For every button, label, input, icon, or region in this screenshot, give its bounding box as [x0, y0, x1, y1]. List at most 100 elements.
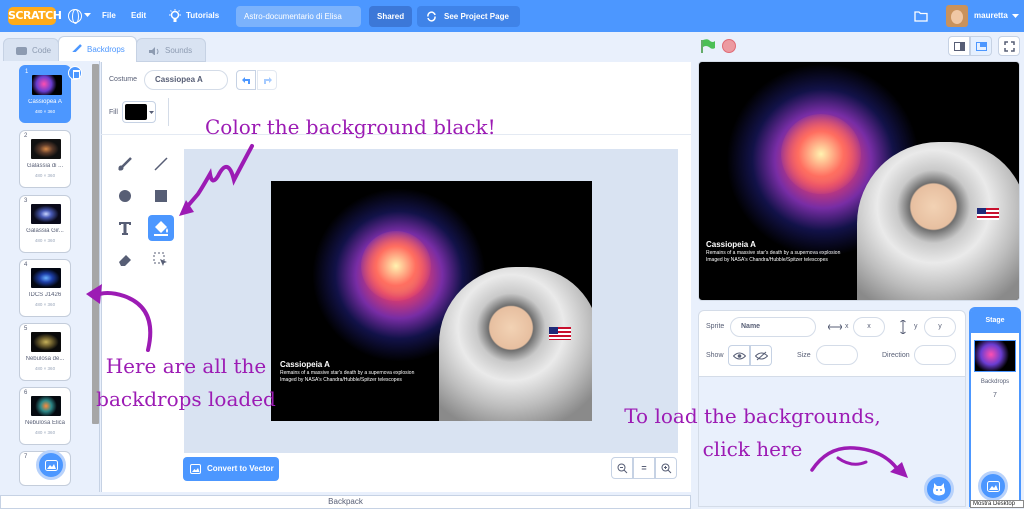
- folder-icon[interactable]: [914, 10, 928, 22]
- tab-sounds[interactable]: Sounds: [136, 38, 206, 62]
- backdrop-number: 4: [24, 262, 28, 268]
- line-tool[interactable]: [148, 151, 174, 177]
- backdrop-thumbnail: [31, 396, 61, 416]
- artwork-title: Cassiopeia A: [280, 360, 330, 369]
- backdrop-item[interactable]: 5 Nebulosa de... 480 × 360: [19, 323, 71, 381]
- tutorials-menu[interactable]: Tutorials: [186, 0, 219, 32]
- fullscreen-button[interactable]: [998, 36, 1020, 56]
- chevron-down-icon[interactable]: [84, 13, 91, 18]
- rectangle-tool[interactable]: [148, 183, 174, 209]
- backdrop-thumbnail: [31, 204, 61, 224]
- language-globe-icon[interactable]: [68, 9, 82, 24]
- menu-bar: SCRATCH File Edit Tutorials Astro-docume…: [0, 0, 1024, 32]
- nebula-core: [781, 114, 861, 194]
- backdrop-item[interactable]: 2 Galassia di ... 480 × 360: [19, 130, 71, 188]
- see-project-page-button[interactable]: See Project Page: [417, 6, 520, 27]
- tab-backdrops[interactable]: Backdrops: [58, 36, 137, 62]
- x-input[interactable]: x: [853, 317, 885, 337]
- tab-code-label: Code: [32, 46, 52, 55]
- stage-header: Stage: [971, 309, 1019, 333]
- x-label: x: [845, 323, 849, 330]
- backdrop-thumbnail: [32, 75, 62, 95]
- redo-button[interactable]: [257, 70, 277, 90]
- backdrop-name: Galassia di ...: [26, 163, 64, 169]
- normal-stage-icon: [976, 42, 987, 51]
- undo-button[interactable]: [236, 70, 256, 90]
- circle-tool[interactable]: [112, 183, 138, 209]
- size-input[interactable]: [816, 345, 858, 365]
- purple-arrow-icon: [179, 144, 254, 216]
- text-tool[interactable]: [112, 215, 138, 241]
- fill-color-picker[interactable]: [122, 101, 156, 123]
- eye-icon: [733, 352, 746, 360]
- backdrop-size: 480 × 360: [34, 302, 56, 307]
- undo-icon: [242, 77, 250, 84]
- backdrop-item[interactable]: 6 Nebulosa Elica 480 × 360: [19, 387, 71, 445]
- chevron-down-icon: [149, 111, 154, 114]
- project-title-input[interactable]: Astro-documentario di Elisa: [236, 6, 361, 27]
- backdrop-size: 480 × 360: [34, 173, 56, 178]
- sprite-name-input[interactable]: Name: [730, 317, 816, 337]
- brush-tool[interactable]: [112, 151, 138, 177]
- y-input[interactable]: y: [924, 317, 956, 337]
- refresh-icon: [427, 11, 436, 22]
- purple-arrow-icon: [810, 446, 908, 478]
- choose-backdrop-button[interactable]: [978, 471, 1008, 501]
- direction-label: Direction: [882, 352, 910, 359]
- fill-tool[interactable]: [148, 215, 174, 241]
- annotation-backdrops-loaded: Here are all the backdrops loaded: [96, 354, 276, 411]
- stop-icon[interactable]: [722, 39, 736, 53]
- backdrop-item[interactable]: 3 Galassia Gir... 480 × 360: [19, 195, 71, 253]
- avatar[interactable]: [946, 5, 968, 27]
- flag-patch: [977, 208, 999, 220]
- file-menu[interactable]: File: [102, 0, 116, 32]
- convert-label: Convert to Vector: [207, 464, 274, 473]
- backdrops-label: Backdrops: [980, 379, 1010, 385]
- backdrop-name: Nebulosa de...: [25, 356, 65, 362]
- astronaut: [439, 267, 592, 421]
- fill-label: Fill: [109, 109, 118, 116]
- code-icon: [16, 47, 27, 55]
- shared-button[interactable]: Shared: [369, 6, 412, 27]
- convert-to-vector-button[interactable]: Convert to Vector: [183, 457, 279, 481]
- backdrop-item[interactable]: 1 Cassiopea A 480 × 360: [19, 65, 82, 123]
- fill-swatch: [125, 104, 147, 120]
- backdrop-number: 7: [24, 454, 28, 460]
- tab-backdrops-label: Backdrops: [87, 45, 125, 54]
- lightbulb-icon: [169, 9, 181, 22]
- y-arrows-icon: [900, 320, 906, 334]
- chevron-down-icon[interactable]: [1012, 14, 1019, 19]
- size-label: Size: [797, 352, 811, 359]
- stage-thumbnail: [974, 340, 1016, 372]
- cat-icon: [933, 482, 945, 495]
- choose-sprite-button[interactable]: [924, 474, 954, 504]
- fullscreen-icon: [1004, 41, 1015, 52]
- tab-code[interactable]: Code: [3, 38, 59, 62]
- costume-label: Costume: [109, 76, 138, 83]
- stage-preview[interactable]: Cassiopeia A Remains of a massive star's…: [698, 61, 1020, 301]
- show-sprite-button[interactable]: [728, 345, 750, 366]
- eraser-icon: [119, 255, 131, 266]
- trash-icon[interactable]: [68, 66, 82, 80]
- hide-sprite-button[interactable]: [750, 345, 772, 366]
- choose-backdrop-button[interactable]: [36, 450, 66, 480]
- brush-icon: [118, 157, 132, 171]
- direction-input[interactable]: [914, 345, 956, 365]
- backdrop-item[interactable]: 4 IDCS J1426 480 × 360: [19, 259, 71, 317]
- normal-stage-button[interactable]: [970, 36, 992, 56]
- small-stage-button[interactable]: [948, 36, 970, 56]
- annotation-color-black: Color the background black!: [205, 115, 496, 139]
- redo-icon: [264, 77, 272, 84]
- scratch-logo[interactable]: SCRATCH: [8, 7, 62, 25]
- backdrop-name: IDCS J1426: [28, 292, 62, 298]
- artwork-caption-2: Imaged by NASA's Chandra/Hubble/Spitzer …: [280, 377, 402, 383]
- username-label[interactable]: mauretta: [974, 0, 1008, 32]
- artwork-caption-1: Remains of a massive star's death by a s…: [280, 370, 415, 376]
- eraser-tool[interactable]: [112, 247, 138, 273]
- edit-menu[interactable]: Edit: [131, 0, 146, 32]
- select-tool[interactable]: [148, 247, 174, 273]
- costume-name-input[interactable]: Cassiopea A: [144, 70, 228, 90]
- backdrop-number: 5: [24, 326, 28, 332]
- green-flag-icon[interactable]: [700, 39, 716, 53]
- circle-icon: [119, 190, 131, 202]
